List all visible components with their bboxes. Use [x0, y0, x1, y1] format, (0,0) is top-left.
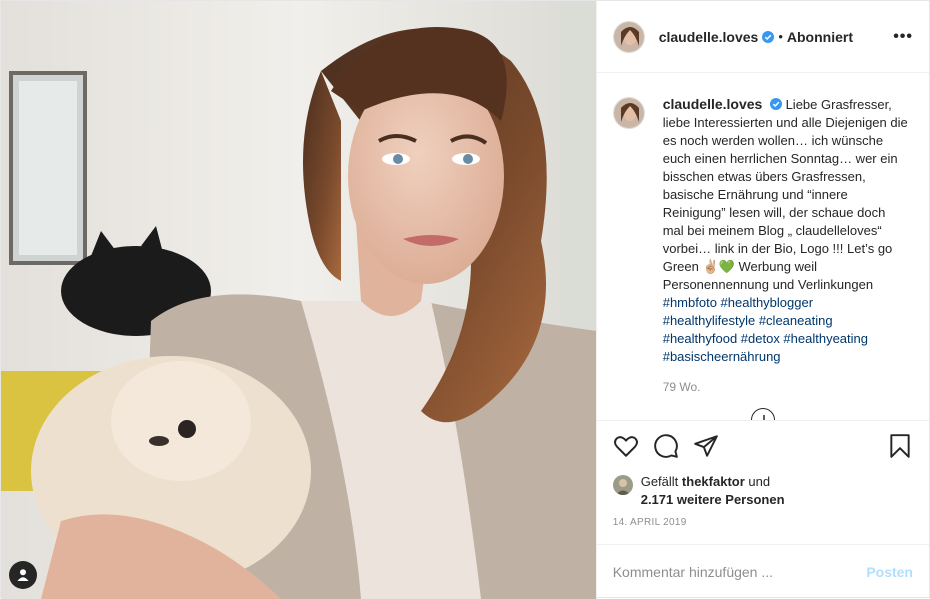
- caption-row: claudelle.loves Liebe Grasfresser, liebe…: [612, 95, 913, 366]
- avatar-image: [613, 21, 644, 52]
- post-photo[interactable]: [1, 1, 596, 599]
- plus-circle-icon: [762, 415, 765, 420]
- separator-dot: •: [778, 29, 783, 44]
- liker-username[interactable]: thekfaktor: [682, 474, 745, 489]
- comment-input[interactable]: [612, 564, 867, 580]
- likes-count-link[interactable]: 2.171 weitere Personen: [641, 492, 785, 507]
- post-date[interactable]: 14. APRIL 2019: [613, 517, 913, 528]
- follow-state-button[interactable]: Abonniert: [787, 29, 853, 45]
- add-comment-bar: Posten: [596, 544, 929, 599]
- liker-avatar[interactable]: [612, 475, 633, 495]
- verified-badge-icon: [769, 98, 782, 110]
- avatar[interactable]: [612, 20, 645, 53]
- post-header: claudelle.loves • Abonniert •••: [596, 1, 929, 73]
- action-icons-row: [613, 431, 913, 461]
- likes-connector: und: [748, 474, 771, 489]
- bookmark-icon[interactable]: [887, 433, 913, 459]
- caption-username[interactable]: claudelle.loves: [663, 96, 763, 112]
- user-tag-button[interactable]: [9, 561, 37, 589]
- paper-plane-icon[interactable]: [693, 433, 719, 459]
- likes-prefix: Gefällt: [640, 474, 679, 489]
- portrait-photo-illustration: [1, 1, 596, 599]
- likes-summary: Gefällt thekfaktor und 2.171 weitere Per…: [612, 473, 913, 509]
- caption-hashtags[interactable]: #hmbfoto #healthyblogger #healthylifesty…: [663, 295, 868, 364]
- caption-avatar[interactable]: [612, 97, 645, 129]
- person-icon: [17, 569, 29, 581]
- post-side-panel: claudelle.loves • Abonniert ••• claudell…: [595, 1, 929, 599]
- post-caption: claudelle.loves Liebe Grasfresser, liebe…: [663, 95, 909, 366]
- comments-area: claudelle.loves Liebe Grasfresser, liebe…: [597, 73, 929, 420]
- more-options-button[interactable]: •••: [893, 28, 913, 46]
- speech-bubble-icon[interactable]: [653, 433, 679, 459]
- header-username[interactable]: claudelle.loves: [659, 29, 759, 45]
- caption-time-ago: 79 Wo.: [662, 380, 701, 394]
- post-actions: Gefällt thekfaktor und 2.171 weitere Per…: [596, 420, 929, 528]
- avatar-image: [612, 475, 633, 495]
- post-comment-button[interactable]: Posten: [866, 564, 913, 580]
- avatar-image: [613, 98, 644, 128]
- heart-icon[interactable]: [613, 433, 639, 459]
- load-more-comments-button[interactable]: [750, 408, 775, 420]
- caption-text: Liebe Grasfresser, liebe Interessierten …: [662, 97, 908, 292]
- instagram-post-modal: claudelle.loves • Abonniert ••• claudell…: [0, 0, 930, 599]
- verified-badge-icon: [762, 30, 775, 43]
